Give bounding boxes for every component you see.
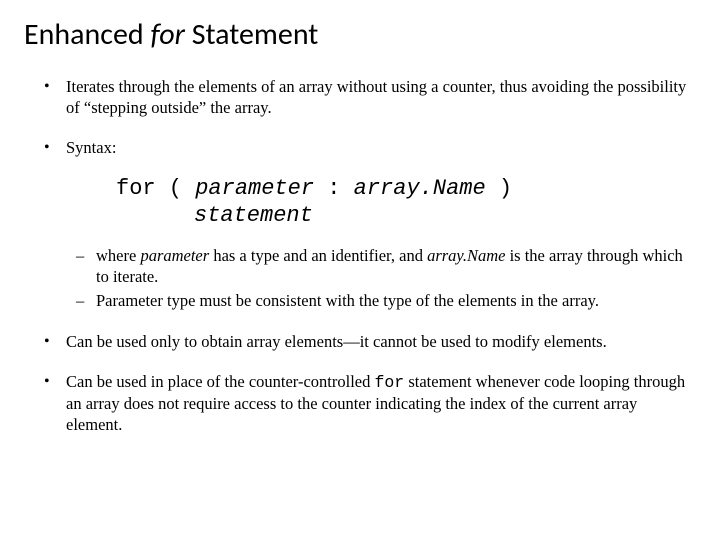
sub1-param: parameter: [140, 246, 209, 265]
title-post: Statement: [185, 16, 318, 53]
bullet-obtain-text: Can be used only to obtain array element…: [66, 332, 607, 351]
subbullet-where: where parameter has a type and an identi…: [96, 246, 690, 287]
sub1-mid: has a type and an identifier, and: [209, 246, 427, 265]
syntax-sep: :: [314, 176, 354, 201]
syntax-for-keyword: for: [116, 176, 156, 201]
sub1-pre: where: [96, 246, 140, 265]
syntax-arrayname: array.Name: [354, 176, 486, 201]
bullet-in-place-of: Can be used in place of the counter-cont…: [66, 372, 690, 435]
syntax-open: (: [156, 176, 196, 201]
subbullet-paramtype: Parameter type must be consistent with t…: [96, 291, 690, 312]
bullet-syntax-label: Syntax:: [66, 138, 116, 157]
slide-title: Enhanced for Statement: [24, 16, 690, 53]
bullet-obtain-only: Can be used only to obtain array element…: [66, 332, 690, 353]
slide-content: Iterates through the elements of an arra…: [30, 77, 690, 435]
bullet-iterates-text: Iterates through the elements of an arra…: [66, 77, 686, 117]
bullet-syntax: Syntax: for ( parameter : array.Name ) s…: [66, 138, 690, 312]
sub1-arr: array.Name: [427, 246, 505, 265]
sub2-text: Parameter type must be consistent with t…: [96, 291, 599, 310]
syntax-code-block: for ( parameter : array.Name ) statement: [116, 175, 690, 230]
b4-for: for: [374, 373, 404, 392]
syntax-close: ): [486, 176, 512, 201]
title-pre: Enhanced: [24, 16, 150, 53]
syntax-statement: statement: [194, 203, 313, 228]
b4-pre: Can be used in place of the counter-cont…: [66, 372, 374, 391]
title-italic: for: [150, 16, 184, 53]
syntax-parameter: parameter: [195, 176, 314, 201]
bullet-iterates: Iterates through the elements of an arra…: [66, 77, 690, 118]
